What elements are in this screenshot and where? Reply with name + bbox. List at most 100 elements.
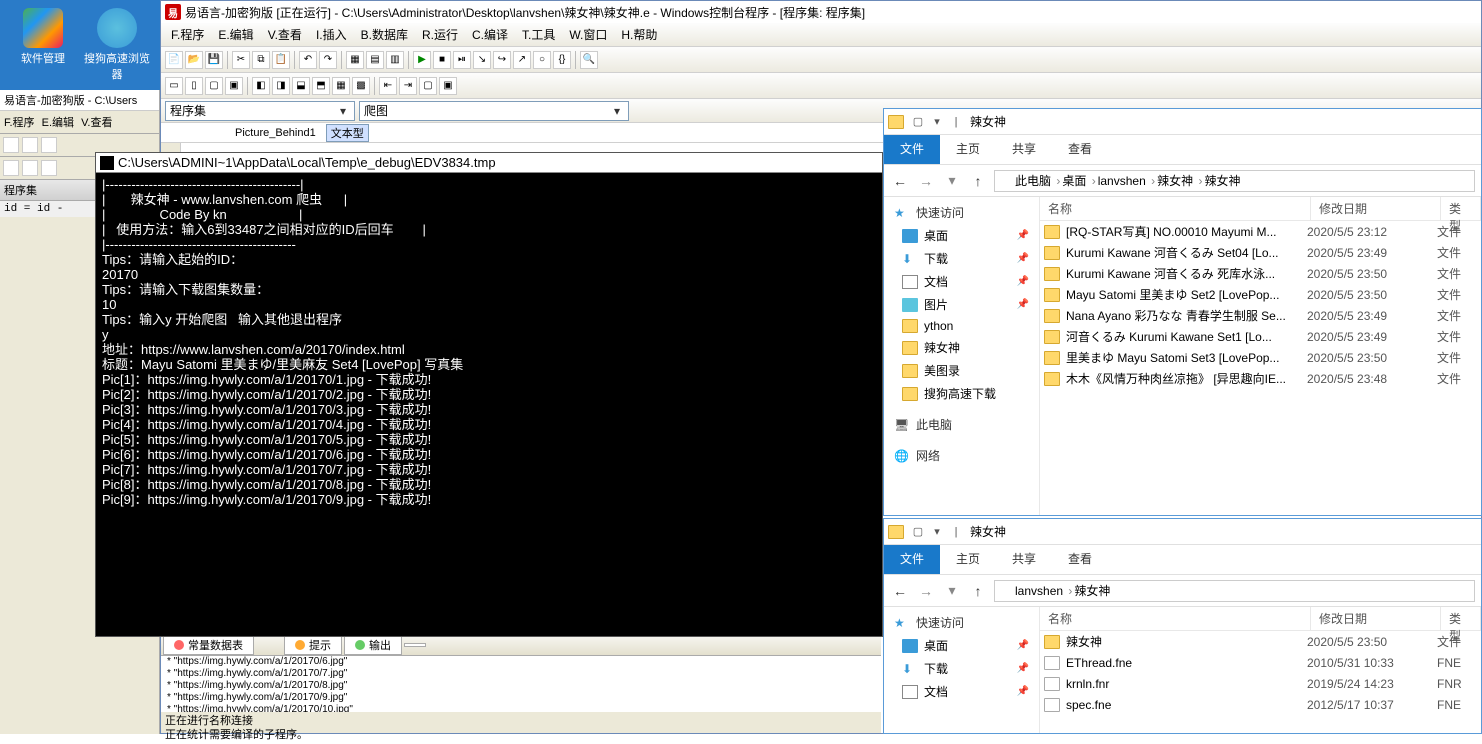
function-combo[interactable]: 爬图▾ [359, 101, 629, 121]
align-icon[interactable]: ⬒ [312, 77, 330, 95]
run-icon[interactable]: ▶ [413, 51, 431, 69]
sidebar-folder[interactable]: 美图录 [884, 359, 1039, 382]
recent-button[interactable]: ▾ [942, 171, 962, 191]
file-row[interactable]: spec.fne2012/5/17 10:37FNE [1040, 694, 1481, 715]
menu-compile[interactable]: C.编译 [466, 24, 514, 45]
toolbar-button[interactable] [3, 137, 19, 153]
toolbar-button[interactable] [22, 160, 38, 176]
redo-icon[interactable]: ↷ [319, 51, 337, 69]
console-output[interactable]: |---------------------------------------… [96, 173, 882, 511]
qat-button[interactable]: ▾ [929, 114, 945, 130]
menu-item[interactable]: E.编辑 [42, 117, 74, 129]
col-name[interactable]: 名称 [1040, 607, 1311, 630]
menu-insert[interactable]: I.插入 [310, 24, 353, 45]
menu-help[interactable]: H.帮助 [615, 24, 663, 45]
path-segment[interactable]: 辣女神 [1074, 582, 1112, 599]
align-icon[interactable]: ⇤ [379, 77, 397, 95]
align-icon[interactable]: ▣ [225, 77, 243, 95]
sidebar-documents[interactable]: 文档📌 [884, 270, 1039, 293]
tab-output[interactable]: 输出 [344, 635, 402, 655]
sidebar-folder[interactable]: ython [884, 316, 1039, 336]
stop-icon[interactable]: ■ [433, 51, 451, 69]
path-segment[interactable]: lanvshen [1015, 584, 1072, 598]
align-icon[interactable]: ⬓ [292, 77, 310, 95]
ribbon-tab-home[interactable]: 主页 [940, 135, 996, 164]
sidebar-quick-access[interactable]: ★快速访问 [884, 611, 1039, 634]
ribbon-tab-share[interactable]: 共享 [996, 545, 1052, 574]
ribbon-tab-file[interactable]: 文件 [884, 135, 940, 164]
forward-button[interactable]: → [916, 171, 936, 191]
paste-icon[interactable]: 📋 [272, 51, 290, 69]
sidebar-folder[interactable]: 搜狗高速下载 [884, 382, 1039, 405]
watch-icon[interactable]: {} [553, 51, 571, 69]
up-button[interactable]: ↑ [968, 581, 988, 601]
menu-database[interactable]: B.数据库 [355, 24, 414, 45]
toolbar-button[interactable] [41, 160, 57, 176]
sidebar-folder[interactable]: 辣女神 [884, 336, 1039, 359]
back-button[interactable]: ← [890, 171, 910, 191]
desktop-icon-sogou[interactable]: 搜狗高速浏览器 [82, 8, 152, 82]
save-icon[interactable]: 💾 [205, 51, 223, 69]
align-icon[interactable]: ▦ [332, 77, 350, 95]
file-row[interactable]: 里美まゆ Mayu Satomi Set3 [LovePop...2020/5/… [1040, 347, 1481, 368]
tab-const-table[interactable]: 常量数据表 [163, 635, 254, 655]
align-icon[interactable]: ◨ [272, 77, 290, 95]
console-title-bar[interactable]: C:\Users\ADMINI~1\AppData\Local\Temp\e_d… [96, 153, 882, 173]
step-out-icon[interactable]: ↗ [513, 51, 531, 69]
sidebar-network[interactable]: 🌐网络 [884, 444, 1039, 467]
ribbon-tab-file[interactable]: 文件 [884, 545, 940, 574]
toolbar-button[interactable] [41, 137, 57, 153]
menu-view[interactable]: V.查看 [262, 24, 308, 45]
copy-icon[interactable]: ⧉ [252, 51, 270, 69]
col-name[interactable]: 名称 [1040, 197, 1311, 220]
ribbon-tab-view[interactable]: 查看 [1052, 545, 1108, 574]
forward-button[interactable]: → [916, 581, 936, 601]
qat-button[interactable]: ▢ [910, 524, 926, 540]
menu-program[interactable]: F.程序 [165, 24, 210, 45]
program-set-combo[interactable]: 程序集▾ [165, 101, 355, 121]
sidebar-desktop[interactable]: 桌面📌 [884, 634, 1039, 657]
col-date[interactable]: 修改日期 [1311, 197, 1441, 220]
align-icon[interactable]: ▩ [352, 77, 370, 95]
ribbon-tab-home[interactable]: 主页 [940, 545, 996, 574]
col-type[interactable]: 类型 [1441, 197, 1481, 220]
file-row[interactable]: 河音くるみ Kurumi Kawane Set1 [Lo...2020/5/5 … [1040, 326, 1481, 347]
ribbon-tab-share[interactable]: 共享 [996, 135, 1052, 164]
align-icon[interactable]: ▯ [185, 77, 203, 95]
desktop-icon-software[interactable]: 软件管理 [8, 8, 78, 66]
menu-item[interactable]: F.程序 [4, 117, 35, 129]
explorer-titlebar[interactable]: ▢ ▾ | 辣女神 [884, 109, 1481, 135]
path-segment[interactable]: lanvshen [1098, 174, 1155, 188]
file-row[interactable]: krnln.fnr2019/5/24 14:23FNR [1040, 673, 1481, 694]
up-button[interactable]: ↑ [968, 171, 988, 191]
layout-icon[interactable]: ▥ [386, 51, 404, 69]
tab-extra[interactable] [404, 643, 426, 647]
menu-item[interactable]: V.查看 [81, 117, 112, 129]
align-icon[interactable]: ▭ [165, 77, 183, 95]
file-row[interactable]: 辣女神2020/5/5 23:50文件 [1040, 631, 1481, 652]
layout-icon[interactable]: ▦ [346, 51, 364, 69]
ribbon-tab-view[interactable]: 查看 [1052, 135, 1108, 164]
align-icon[interactable]: ▣ [439, 77, 457, 95]
debug-icon[interactable]: ⏯ [453, 51, 471, 69]
file-row[interactable]: Nana Ayano 彩乃なな 青春学生制服 Se...2020/5/5 23:… [1040, 305, 1481, 326]
menu-run[interactable]: R.运行 [416, 24, 464, 45]
menu-tools[interactable]: T.工具 [516, 24, 561, 45]
col-date[interactable]: 修改日期 [1311, 607, 1441, 630]
path-segment[interactable]: 辣女神 [1157, 172, 1202, 189]
back-button[interactable]: ← [890, 581, 910, 601]
toolbar-button[interactable] [22, 137, 38, 153]
sidebar-pictures[interactable]: 图片📌 [884, 293, 1039, 316]
sidebar-documents[interactable]: 文档📌 [884, 680, 1039, 703]
recent-button[interactable]: ▾ [942, 581, 962, 601]
menu-window[interactable]: W.窗口 [563, 24, 613, 45]
file-row[interactable]: 木木《风情万种肉丝凉拖》 [异思趣向IE...2020/5/5 23:48文件 [1040, 368, 1481, 389]
undo-icon[interactable]: ↶ [299, 51, 317, 69]
layout-icon[interactable]: ▤ [366, 51, 384, 69]
col-type[interactable]: 类型 [1441, 607, 1481, 630]
sidebar-downloads[interactable]: ⬇下载📌 [884, 247, 1039, 270]
align-icon[interactable]: ◧ [252, 77, 270, 95]
menu-edit[interactable]: E.编辑 [212, 24, 259, 45]
sidebar-desktop[interactable]: 桌面📌 [884, 224, 1039, 247]
search-icon[interactable]: 🔍 [580, 51, 598, 69]
